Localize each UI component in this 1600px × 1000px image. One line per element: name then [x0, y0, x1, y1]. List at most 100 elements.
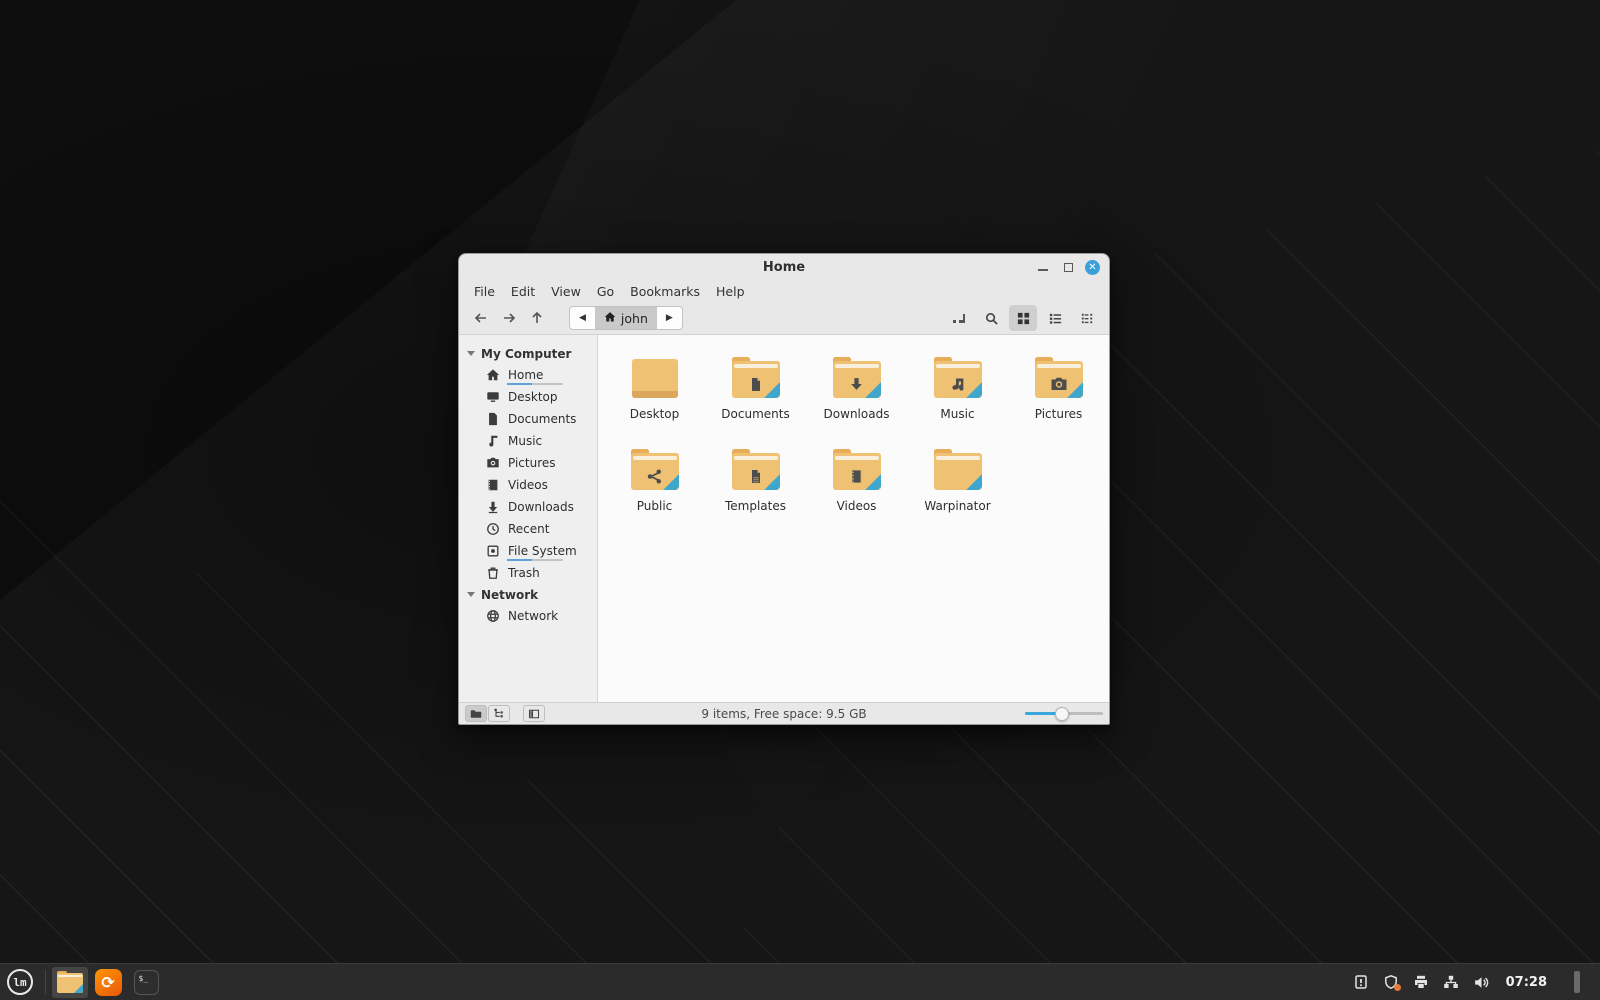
zoom-slider-thumb[interactable]: [1055, 706, 1070, 721]
sidebar-item-recent[interactable]: Recent: [459, 518, 597, 540]
recent-icon: [486, 522, 500, 536]
file-label: Documents: [721, 407, 790, 421]
file-item-downloads[interactable]: Downloads: [810, 349, 904, 421]
breadcrumb-prev-arrow[interactable]: ◀: [570, 307, 595, 329]
network-icon: [486, 609, 500, 623]
sidebar-item-label: Music: [508, 434, 543, 448]
close-button[interactable]: ✕: [1085, 259, 1100, 275]
sidebar-section-network[interactable]: Network: [459, 584, 597, 605]
sidebar-item-network[interactable]: Network: [459, 605, 597, 627]
sidebar-item-label: Documents: [508, 412, 577, 426]
location-entry-toggle-icon[interactable]: [945, 305, 973, 331]
menu-help[interactable]: Help: [708, 282, 753, 301]
zoom-slider[interactable]: [1025, 706, 1103, 721]
forward-button[interactable]: [495, 305, 523, 331]
plain-folder-icon: [933, 449, 982, 490]
sidebar-item-label: Desktop: [508, 390, 558, 404]
breadcrumb-next-arrow[interactable]: ▶: [657, 307, 682, 329]
taskbar-file-manager[interactable]: [52, 966, 88, 998]
sidebar-item-file-system[interactable]: File System: [459, 540, 597, 562]
menu-file[interactable]: File: [466, 282, 503, 301]
taskbar-separator: [45, 970, 46, 994]
file-label: Music: [940, 407, 975, 421]
file-item-warpinator[interactable]: Warpinator: [911, 441, 1005, 513]
mint-menu-button[interactable]: lm: [0, 964, 40, 1000]
pictures-icon: [486, 456, 500, 470]
sidebar-item-label: Recent: [508, 522, 550, 536]
breadcrumb-current-location[interactable]: john: [594, 307, 657, 329]
minimize-button[interactable]: [1035, 259, 1051, 275]
sidebar-item-videos[interactable]: Videos: [459, 474, 597, 496]
taskbar-firefox[interactable]: ⟳: [90, 967, 126, 998]
menu-bookmarks[interactable]: Bookmarks: [622, 282, 708, 301]
file-item-templates[interactable]: Templates: [709, 441, 803, 513]
sidebar-item-downloads[interactable]: Downloads: [459, 496, 597, 518]
sidebar-item-home[interactable]: Home: [459, 364, 597, 386]
firefox-icon: ⟳: [94, 968, 122, 996]
sidebar-item-desktop[interactable]: Desktop: [459, 386, 597, 408]
places-toggle-button[interactable]: [465, 705, 487, 722]
file-item-videos[interactable]: Videos: [810, 441, 904, 513]
menu-view[interactable]: View: [543, 282, 589, 301]
filesystem-icon: [486, 544, 500, 558]
mint-logo-icon: lm: [7, 969, 33, 995]
network-tray-icon[interactable]: [1443, 974, 1460, 991]
treeview-toggle-button[interactable]: [488, 705, 510, 722]
search-icon[interactable]: [977, 305, 1005, 331]
back-button[interactable]: [467, 305, 495, 331]
taskbar-terminal[interactable]: $_: [128, 967, 164, 998]
statusbar: 9 items, Free space: 9.5 GB: [459, 702, 1109, 724]
file-view[interactable]: Desktop Documents Downloads Music Pictures Pu…: [598, 335, 1109, 702]
file-manager-window: Home ✕ File Edit View Go Bookmarks Help ◀: [458, 253, 1110, 725]
window-body: My Computer Home Desktop Documents Music Pict…: [459, 335, 1109, 702]
show-desktop-strip[interactable]: [1574, 971, 1580, 993]
compact-view-button[interactable]: [1073, 305, 1101, 331]
up-button[interactable]: [523, 305, 551, 331]
sidebar-item-label: Network: [508, 609, 559, 623]
file-label: Warpinator: [924, 499, 991, 513]
window-controls: ✕: [1035, 254, 1100, 280]
downloads-icon: [486, 500, 500, 514]
music-icon: [486, 434, 500, 448]
expander-icon[interactable]: [467, 351, 475, 356]
sidebar-item-trash[interactable]: Trash: [459, 562, 597, 584]
folder-icon: [57, 971, 83, 993]
sidebar-item-pictures[interactable]: Pictures: [459, 452, 597, 474]
sidebar-toggle-button[interactable]: [523, 705, 545, 722]
printer-icon[interactable]: [1413, 974, 1430, 991]
list-view-button[interactable]: [1041, 305, 1069, 331]
desktop: Home ✕ File Edit View Go Bookmarks Help ◀: [0, 0, 1600, 1000]
disk-usage-bar: [507, 559, 563, 561]
expander-icon[interactable]: [467, 592, 475, 597]
shield-update-icon[interactable]: [1383, 974, 1401, 991]
file-label: Pictures: [1034, 407, 1083, 421]
trash-icon: [486, 566, 500, 580]
sidebar-item-label: Trash: [508, 566, 540, 580]
file-item-pictures[interactable]: Pictures: [1012, 349, 1106, 421]
update-available-dot: [1393, 983, 1401, 991]
titlebar[interactable]: Home ✕: [459, 254, 1109, 280]
file-item-public[interactable]: Public: [608, 441, 702, 513]
maximize-button[interactable]: [1060, 259, 1076, 275]
home-icon: [604, 311, 616, 326]
section-label: Network: [481, 587, 539, 602]
file-item-music[interactable]: Music: [911, 349, 1005, 421]
volume-icon[interactable]: [1473, 974, 1490, 991]
sidebar-item-documents[interactable]: Documents: [459, 408, 597, 430]
sidebar-item-music[interactable]: Music: [459, 430, 597, 452]
clock[interactable]: 07:28: [1506, 975, 1547, 990]
documents-folder-icon: [731, 357, 780, 398]
sidebar-item-label: Videos: [508, 478, 548, 492]
sidebar-section-my-computer[interactable]: My Computer: [459, 343, 597, 364]
window-title: Home: [762, 259, 806, 275]
public-folder-icon: [630, 449, 679, 490]
system-tray: 07:28: [1353, 971, 1600, 993]
toolbar: ◀ john ▶: [459, 302, 1109, 335]
menu-go[interactable]: Go: [589, 282, 622, 301]
file-item-documents[interactable]: Documents: [709, 349, 803, 421]
section-label: My Computer: [481, 346, 572, 361]
file-item-desktop[interactable]: Desktop: [608, 349, 702, 421]
menu-edit[interactable]: Edit: [503, 282, 543, 301]
report-icon[interactable]: [1353, 974, 1370, 991]
grid-view-button[interactable]: [1009, 305, 1037, 331]
